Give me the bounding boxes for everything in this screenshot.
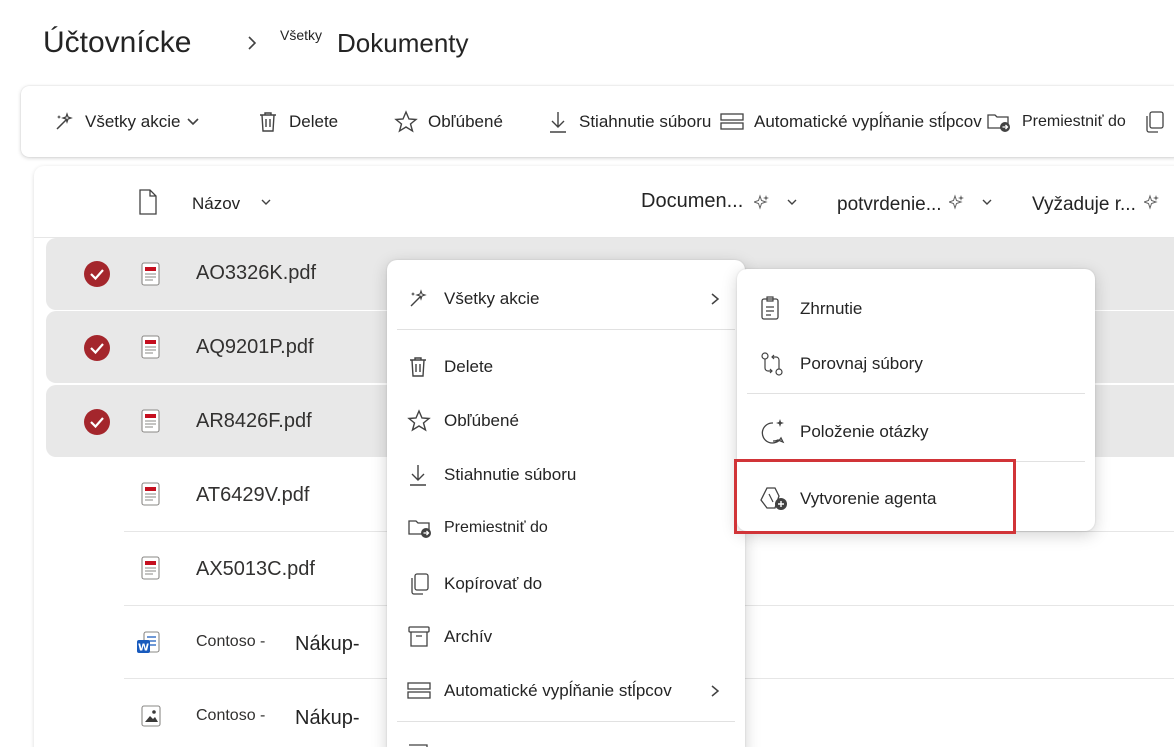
chevron-down-icon[interactable] (981, 196, 993, 208)
file-name[interactable]: AR8426F.pdf (196, 410, 312, 433)
sparkle-icon (53, 111, 75, 133)
sparkle-icon (754, 194, 770, 210)
menu-item-label: Všetky akcie (444, 289, 540, 308)
column-header-document[interactable]: Documen... (641, 190, 743, 213)
copy-icon (407, 572, 431, 596)
submenu-item-label: Zhrnutie (800, 299, 863, 318)
context-menu: Všetky akcie Delete Obľúbené Stiahnutie … (387, 260, 745, 747)
move-to-button[interactable]: Premiestniť do (986, 86, 1126, 157)
checkmark-icon[interactable] (84, 261, 110, 287)
favorite-button[interactable]: Obľúbené (394, 86, 503, 157)
sparkle-icon (1144, 194, 1160, 210)
autofill-label: Automatické vypĺňanie stĺpcov (754, 111, 982, 131)
menu-item-autofill[interactable]: Automatické vypĺňanie stĺpcov (387, 666, 745, 716)
column-header-row: Názov Documen... potvrdenie... Vyžaduje … (34, 166, 1174, 238)
checkmark-icon[interactable] (84, 335, 110, 361)
submenu-item-compare[interactable]: Porovnaj súbory (737, 339, 1095, 389)
copy-to-button[interactable] (1142, 86, 1166, 157)
chat-sparkle-icon (759, 418, 787, 446)
menu-item-favorite[interactable]: Obľúbené (387, 396, 745, 446)
submenu-item-label: Položenie otázky (800, 422, 929, 441)
folder-move-icon (407, 516, 433, 540)
star-icon (407, 409, 431, 433)
menu-item-label: Stiahnutie súboru (444, 465, 577, 484)
favorite-label: Obľúbené (428, 111, 503, 131)
all-actions-label: Všetky akcie (85, 111, 181, 131)
command-bar: Všetky akcie Delete Obľúbené Stiahnutie … (21, 86, 1174, 157)
archive-icon (407, 625, 431, 649)
columns-icon (407, 680, 431, 702)
page-title: Účtovnícke (43, 26, 192, 59)
highlight-box (734, 459, 1016, 534)
image-file-icon (140, 704, 162, 728)
move-to-label: Premiestniť do (1022, 112, 1126, 130)
copy-icon (1142, 110, 1166, 134)
more-item-icon (407, 741, 431, 747)
menu-item-label: Obľúbené (444, 411, 519, 430)
file-name[interactable]: AQ9201P.pdf (196, 336, 314, 359)
menu-item-all-actions[interactable]: Všetky akcie (387, 274, 745, 324)
summary-icon (759, 296, 781, 322)
svg-text:W: W (138, 643, 149, 654)
file-type-header-icon[interactable] (137, 189, 159, 215)
breadcrumb-parent[interactable]: Všetky (280, 27, 322, 43)
menu-item-label: Archív (444, 627, 493, 646)
download-button[interactable]: Stiahnutie súboru (547, 86, 711, 157)
pdf-file-icon (140, 482, 162, 508)
file-name[interactable]: AX5013C.pdf (196, 558, 315, 581)
word-file-icon: W (136, 630, 162, 656)
chevron-down-icon[interactable] (260, 196, 272, 208)
menu-item-archive[interactable]: Archív (387, 612, 745, 662)
file-name[interactable]: AT6429V.pdf (196, 484, 309, 507)
chevron-right-icon (709, 292, 721, 306)
pdf-file-icon (140, 335, 162, 361)
column-header-confirmation[interactable]: potvrdenie... (837, 194, 942, 216)
menu-divider (397, 721, 735, 722)
autofill-button[interactable]: Automatické vypĺňanie stĺpcov (720, 86, 982, 157)
sparkle-icon (407, 288, 429, 310)
pdf-file-icon (140, 556, 162, 582)
chevron-down-icon (186, 115, 200, 129)
menu-item-label: Premiestniť do (444, 519, 548, 536)
columns-icon (720, 111, 744, 133)
menu-item-download[interactable]: Stiahnutie súboru (387, 450, 745, 500)
folder-move-icon (986, 110, 1012, 134)
column-header-name[interactable]: Názov (192, 194, 240, 214)
pdf-file-icon (140, 409, 162, 435)
file-name[interactable]: AO3326K.pdf (196, 262, 316, 285)
menu-item-label: Delete (444, 357, 494, 376)
delete-button[interactable]: Delete (257, 86, 338, 157)
breadcrumb-current[interactable]: Dokumenty (337, 28, 469, 59)
star-icon (394, 109, 418, 134)
file-name-suffix[interactable]: Nákup- (295, 707, 366, 730)
menu-divider (747, 393, 1085, 394)
menu-item-delete[interactable]: Delete (387, 342, 745, 392)
menu-item-label: Kopírovať do (444, 574, 543, 593)
all-actions-button[interactable]: Všetky akcie (53, 86, 200, 157)
file-name-prefix[interactable]: Contoso - (196, 707, 265, 725)
delete-label: Delete (289, 111, 339, 131)
breadcrumb-chevron-icon (243, 34, 261, 52)
compare-icon (759, 351, 785, 377)
menu-divider (397, 329, 735, 330)
submenu-item-ask[interactable]: Položenie otázky (737, 407, 1095, 457)
menu-item-move-to[interactable]: Premiestniť do (387, 503, 745, 553)
submenu-item-summary[interactable]: Zhrnutie (737, 284, 1095, 334)
column-header-requires[interactable]: Vyžaduje r... (1032, 194, 1136, 216)
file-name-prefix[interactable]: Contoso - (196, 633, 265, 651)
file-name-suffix[interactable]: Nákup- (295, 633, 366, 656)
checkmark-icon[interactable] (84, 409, 110, 435)
download-label: Stiahnutie súboru (579, 111, 712, 131)
submenu-item-label: Porovnaj súbory (800, 354, 923, 373)
trash-icon (257, 110, 279, 134)
menu-item-label: Automatické vypĺňanie stĺpcov (444, 681, 672, 700)
chevron-down-icon[interactable] (786, 196, 798, 208)
download-icon (407, 463, 429, 487)
pdf-file-icon (140, 262, 162, 288)
download-icon (547, 110, 569, 134)
chevron-right-icon (709, 684, 721, 698)
trash-icon (407, 355, 429, 379)
menu-item-copy-to[interactable]: Kopírovať do (387, 559, 745, 609)
sparkle-icon (949, 194, 965, 210)
